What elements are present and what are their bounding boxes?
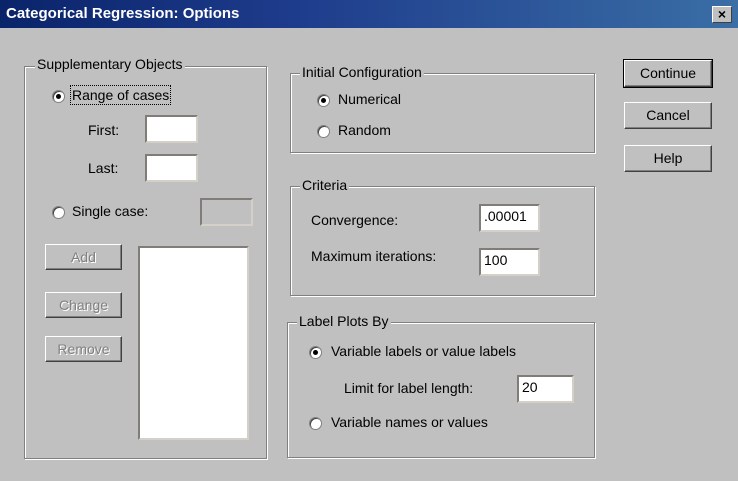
convergence-label: Convergence: xyxy=(311,212,399,228)
remove-button[interactable]: Remove xyxy=(45,336,122,362)
initial-configuration-legend: Initial Configuration xyxy=(300,64,424,80)
first-label: First: xyxy=(88,122,120,138)
limit-label-length-label: Limit for label length: xyxy=(344,380,474,396)
numerical-radio[interactable] xyxy=(317,94,330,107)
range-of-cases-label[interactable]: Range of cases xyxy=(69,85,172,105)
supplementary-list[interactable] xyxy=(138,246,249,440)
change-button[interactable]: Change xyxy=(45,292,122,318)
single-case-radio[interactable] xyxy=(52,206,65,219)
random-label[interactable]: Random xyxy=(338,122,391,138)
initial-configuration-group xyxy=(290,73,595,153)
convergence-input[interactable]: .00001 xyxy=(479,204,540,232)
title-bar: Categorical Regression: Options × xyxy=(0,0,738,28)
label-plots-by-legend: Label Plots By xyxy=(297,313,391,329)
add-button[interactable]: Add xyxy=(45,244,122,270)
first-input[interactable] xyxy=(145,115,198,143)
window-title: Categorical Regression: Options xyxy=(6,5,240,22)
limit-label-length-input[interactable]: 20 xyxy=(517,375,574,403)
max-iterations-input[interactable]: 100 xyxy=(479,248,540,276)
numerical-label[interactable]: Numerical xyxy=(338,91,401,107)
close-icon[interactable]: × xyxy=(712,6,732,23)
variable-names-radio[interactable] xyxy=(309,417,322,430)
random-radio[interactable] xyxy=(317,125,330,138)
last-label: Last: xyxy=(88,160,119,176)
range-of-cases-radio[interactable] xyxy=(52,90,65,103)
variable-names-label[interactable]: Variable names or values xyxy=(331,414,488,430)
help-button[interactable]: Help xyxy=(624,145,712,172)
last-input[interactable] xyxy=(145,154,198,182)
single-case-label[interactable]: Single case: xyxy=(72,203,148,219)
criteria-legend: Criteria xyxy=(300,177,350,193)
continue-button[interactable]: Continue xyxy=(623,59,713,88)
variable-labels-radio[interactable] xyxy=(309,346,322,359)
options-dialog: Supplementary Objects Range of cases Fir… xyxy=(0,28,738,481)
max-iterations-label: Maximum iterations: xyxy=(311,248,437,264)
single-case-input[interactable] xyxy=(200,198,253,226)
variable-labels-label[interactable]: Variable labels or value labels xyxy=(331,343,516,359)
criteria-group xyxy=(290,186,595,296)
supplementary-objects-legend: Supplementary Objects xyxy=(35,56,185,72)
cancel-button[interactable]: Cancel xyxy=(624,102,712,129)
